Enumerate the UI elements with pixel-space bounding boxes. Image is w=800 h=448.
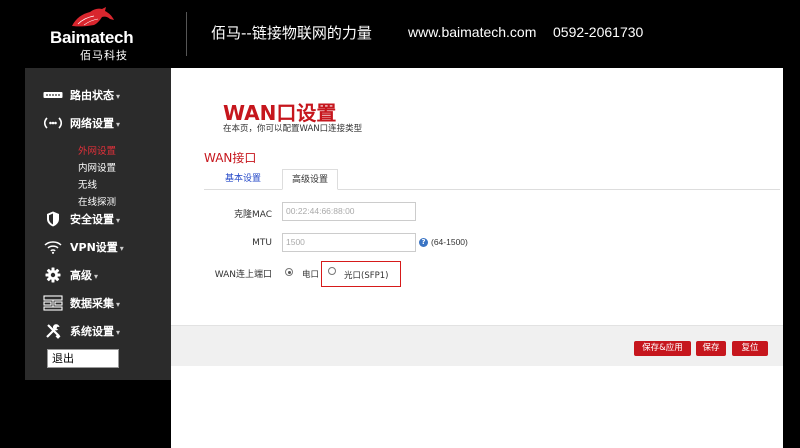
caret-down-icon: ▾ bbox=[116, 328, 121, 337]
website-text: www.baimatech.com bbox=[408, 24, 537, 40]
header-divider bbox=[186, 12, 187, 56]
top-header: Baimatech 佰马科技 佰马--链接物联网的力量 www.baimatec… bbox=[0, 0, 800, 68]
brand-name: Baimatech bbox=[50, 28, 134, 47]
action-bar: 保存&应用 保存 复位 bbox=[171, 325, 783, 366]
sidebar-item-vpn[interactable]: VPN设置 ▾ bbox=[25, 235, 171, 259]
clone-mac-label: 克隆MAC bbox=[233, 210, 272, 220]
sidebar-item-label: 安全设置 bbox=[70, 213, 114, 226]
wifi-icon bbox=[43, 239, 63, 255]
sidebar-item-label: 系统设置 bbox=[70, 325, 114, 338]
sidebar-subitem-lan[interactable]: 内网设置 bbox=[78, 160, 116, 174]
sidebar-item-label: 高级 bbox=[70, 269, 92, 282]
mtu-range: (64-1500) bbox=[431, 237, 468, 247]
sidebar-item-label: 数据采集 bbox=[70, 297, 114, 310]
section-title: WAN接口 bbox=[204, 151, 257, 165]
network-icon bbox=[43, 115, 63, 131]
port-electric-label: 电口 bbox=[302, 270, 320, 280]
gear-icon bbox=[43, 267, 63, 283]
brand-logo: Baimatech 佰马科技 bbox=[50, 6, 150, 62]
sidebar-item-data-collection[interactable]: 数据采集 ▾ bbox=[25, 291, 171, 315]
sidebar-item-label: 路由状态 bbox=[70, 89, 114, 102]
caret-down-icon: ▾ bbox=[119, 244, 124, 253]
sidebar-item-network[interactable]: 网络设置 ▾ bbox=[25, 111, 171, 135]
tab-basic-settings[interactable]: 基本设置 bbox=[215, 169, 271, 190]
tab-advanced-settings[interactable]: 高级设置 bbox=[282, 169, 338, 190]
caret-down-icon: ▾ bbox=[116, 300, 121, 309]
sidebar-subitem-online-detect[interactable]: 在线探测 bbox=[78, 194, 116, 208]
reset-button[interactable]: 复位 bbox=[732, 341, 768, 356]
tools-icon bbox=[43, 323, 63, 339]
clone-mac-input[interactable]: 00:22:44:66:88:00 bbox=[282, 202, 416, 221]
slogan: 佰马--链接物联网的力量 bbox=[211, 24, 372, 42]
sidebar-subitem-wireless[interactable]: 无线 bbox=[78, 177, 97, 191]
sidebar-item-advanced[interactable]: 高级 ▾ bbox=[25, 263, 171, 287]
mtu-label: MTU bbox=[252, 238, 272, 248]
shield-icon bbox=[43, 211, 63, 227]
sidebar-item-label: VPN设置 bbox=[70, 241, 118, 254]
sidebar: 路由状态 ▾ 网络设置 ▾ 外网设置 内网设置 无线 在线探测 安全设置 ▾ VPN设… bbox=[25, 68, 171, 380]
caret-down-icon: ▾ bbox=[116, 216, 121, 225]
sidebar-item-system[interactable]: 系统设置 ▾ bbox=[25, 319, 171, 343]
horse-logo-icon bbox=[72, 7, 114, 27]
sidebar-item-router-status[interactable]: 路由状态 ▾ bbox=[25, 83, 171, 107]
phone-text: 0592-2061730 bbox=[553, 24, 644, 40]
mtu-input[interactable]: 1500 bbox=[282, 233, 416, 252]
main-panel: WAN口设置 在本页，你可以配置WAN口连接类型 WAN接口 基本设置 高级设置… bbox=[171, 68, 783, 448]
save-button[interactable]: 保存 bbox=[696, 341, 726, 356]
data-icon bbox=[43, 295, 63, 311]
logout-button[interactable]: 退出 bbox=[47, 349, 119, 368]
router-icon bbox=[43, 87, 63, 103]
brand-name-cn: 佰马科技 bbox=[80, 49, 128, 62]
wan-port-label: WAN连上端口 bbox=[214, 270, 272, 280]
sidebar-item-label: 网络设置 bbox=[70, 117, 114, 130]
caret-down-icon: ▾ bbox=[116, 120, 121, 129]
help-icon[interactable]: ? bbox=[419, 238, 428, 247]
sidebar-item-security[interactable]: 安全设置 ▾ bbox=[25, 207, 171, 231]
port-electric-radio[interactable] bbox=[285, 268, 293, 276]
page-description: 在本页，你可以配置WAN口连接类型 bbox=[223, 124, 363, 134]
highlight-box bbox=[321, 261, 401, 287]
save-apply-button[interactable]: 保存&应用 bbox=[634, 341, 691, 356]
caret-down-icon: ▾ bbox=[116, 92, 121, 101]
caret-down-icon: ▾ bbox=[94, 272, 99, 281]
sidebar-subitem-wan[interactable]: 外网设置 bbox=[78, 143, 116, 157]
